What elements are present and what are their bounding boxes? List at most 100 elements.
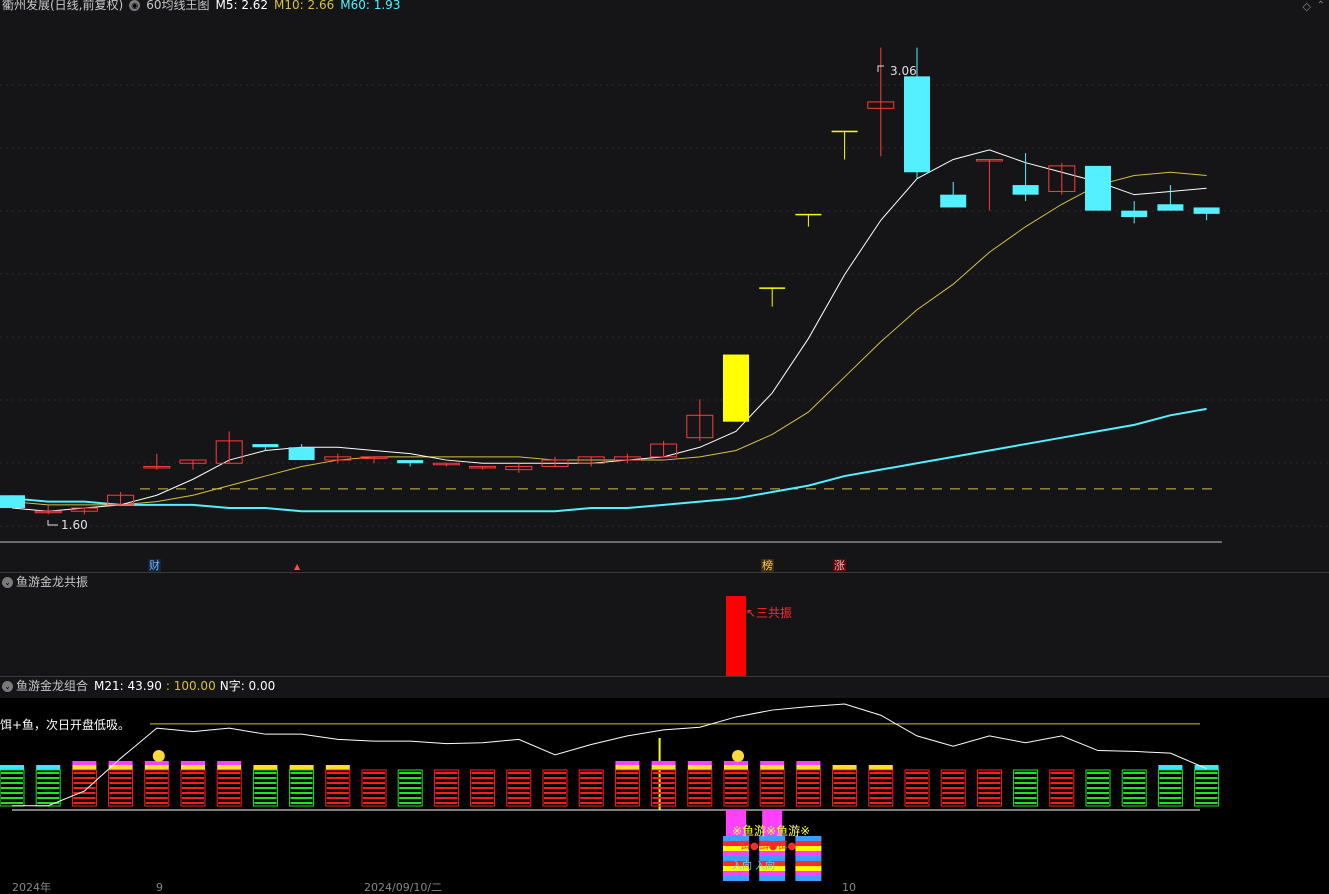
fish-stripe	[759, 876, 786, 881]
block-cap	[651, 765, 676, 770]
resonance-bar	[726, 596, 746, 676]
combo-panel[interactable]: 饵+鱼，次日开盘低吸。 ※鱼游※鱼游※ 饵●饵●饵● 入向 入向 2024年 9…	[0, 698, 1329, 893]
block-cap	[1194, 765, 1219, 770]
osc2-block	[252, 765, 278, 807]
badge-bang[interactable]: 榜	[761, 559, 774, 572]
osc2-block	[868, 765, 894, 807]
osc2-block	[180, 761, 206, 807]
block-cap	[687, 765, 712, 770]
osc2-block	[289, 765, 315, 807]
osc2-block	[108, 761, 134, 807]
ma-line-m10	[11, 171, 1207, 506]
fish-stripe	[795, 861, 822, 866]
block-magenta	[108, 761, 133, 765]
candle	[1085, 165, 1111, 211]
candle	[723, 354, 749, 422]
block-cap	[325, 765, 350, 770]
collapse-icon[interactable]: ⌄	[2, 681, 13, 692]
resonance-panel[interactable]: ⌄ 鱼游金龙共振 ↖三共振	[0, 572, 1329, 677]
fish-column	[795, 836, 822, 881]
candle	[215, 431, 243, 464]
osc2-block	[216, 761, 242, 807]
combo-header-bar: ⌄ 鱼游金龙组合 M21: 43.90: 100.00 N字: 0.00	[0, 676, 1329, 699]
badge-cai[interactable]: 财	[148, 559, 161, 572]
fish-stripe	[795, 846, 822, 851]
block-cap	[615, 765, 640, 770]
block-magenta	[217, 761, 242, 765]
block-cap	[36, 765, 61, 770]
resonance-signal-label: ↖三共振	[746, 606, 793, 620]
block-cap	[1158, 765, 1183, 770]
osc2-block	[759, 761, 785, 807]
candle-body	[1085, 165, 1111, 211]
osc2-block	[542, 769, 568, 807]
fish-stripe	[795, 876, 822, 881]
candle	[1157, 185, 1184, 211]
candle	[975, 158, 1003, 211]
candle-body	[0, 495, 25, 509]
candle-body	[1193, 207, 1220, 214]
ru-label: 入向 入向	[732, 861, 776, 872]
osc2-block	[1157, 765, 1183, 807]
candlestick-chart: 3.06 1.60	[0, 47, 1329, 543]
candle	[577, 456, 605, 467]
candle	[541, 456, 569, 467]
block-cap	[289, 765, 314, 770]
money-bag-icon	[732, 750, 744, 762]
osc2-block	[325, 765, 351, 807]
date-label: 2024/09/10/二	[364, 881, 443, 894]
candle	[1012, 153, 1039, 202]
block-cap	[832, 765, 857, 770]
year-label: 2024年	[12, 881, 51, 894]
candle-body	[1157, 204, 1184, 211]
osc2-block	[651, 761, 677, 807]
candle	[759, 287, 786, 307]
candle	[179, 459, 207, 470]
low-marker-icon	[47, 520, 58, 526]
candle	[505, 463, 533, 473]
triangle-marker-icon: ▲	[294, 562, 301, 571]
block-cap	[760, 765, 785, 770]
block-cap	[253, 765, 278, 770]
candle	[613, 453, 641, 464]
osc2-block	[1085, 769, 1111, 807]
osc2-block	[832, 765, 858, 807]
fish-stripe	[723, 876, 749, 881]
candle	[432, 462, 460, 467]
fish-stripe	[795, 871, 822, 876]
candle	[0, 495, 25, 509]
combo-chart	[0, 703, 1220, 881]
fish-stripe	[795, 866, 822, 871]
osc2-block	[0, 765, 25, 807]
candle-body	[795, 213, 822, 216]
candle-body	[288, 447, 315, 461]
main-chart-panel[interactable]: 衢州发展(日线,前复权) ◉ 60均线王图 M5: 2.62 M10: 2.66 M60:…	[0, 0, 1329, 572]
block-magenta	[181, 761, 205, 765]
block-magenta	[687, 761, 712, 765]
candle	[831, 130, 858, 160]
candle-body	[1012, 185, 1039, 195]
candle-body	[397, 460, 424, 464]
osc2-block	[976, 769, 1002, 807]
candle	[940, 181, 967, 208]
combo-header: ⌄ 鱼游金龙组合 M21: 43.90: 100.00 N字: 0.00	[2, 679, 275, 693]
candle	[1121, 201, 1148, 224]
m21-label: M21: 43.90	[94, 679, 162, 693]
osc2-block	[795, 761, 821, 807]
osc2-block	[1194, 765, 1220, 807]
ma-line-m5	[11, 149, 1207, 512]
money-bag-icon	[152, 750, 165, 762]
block-magenta	[651, 761, 676, 765]
candle-body	[904, 76, 930, 173]
block-cap	[72, 765, 97, 770]
osc2-block	[361, 769, 387, 807]
osc2-block	[578, 769, 604, 807]
badge-zhang[interactable]: 涨	[833, 559, 846, 572]
fish-stripe	[795, 841, 822, 846]
candle-body	[759, 287, 786, 289]
fish-stripe	[795, 856, 822, 861]
candle-body	[940, 194, 967, 208]
block-magenta	[615, 761, 640, 765]
osc2-block	[1013, 769, 1039, 807]
osc2-block	[687, 761, 713, 807]
